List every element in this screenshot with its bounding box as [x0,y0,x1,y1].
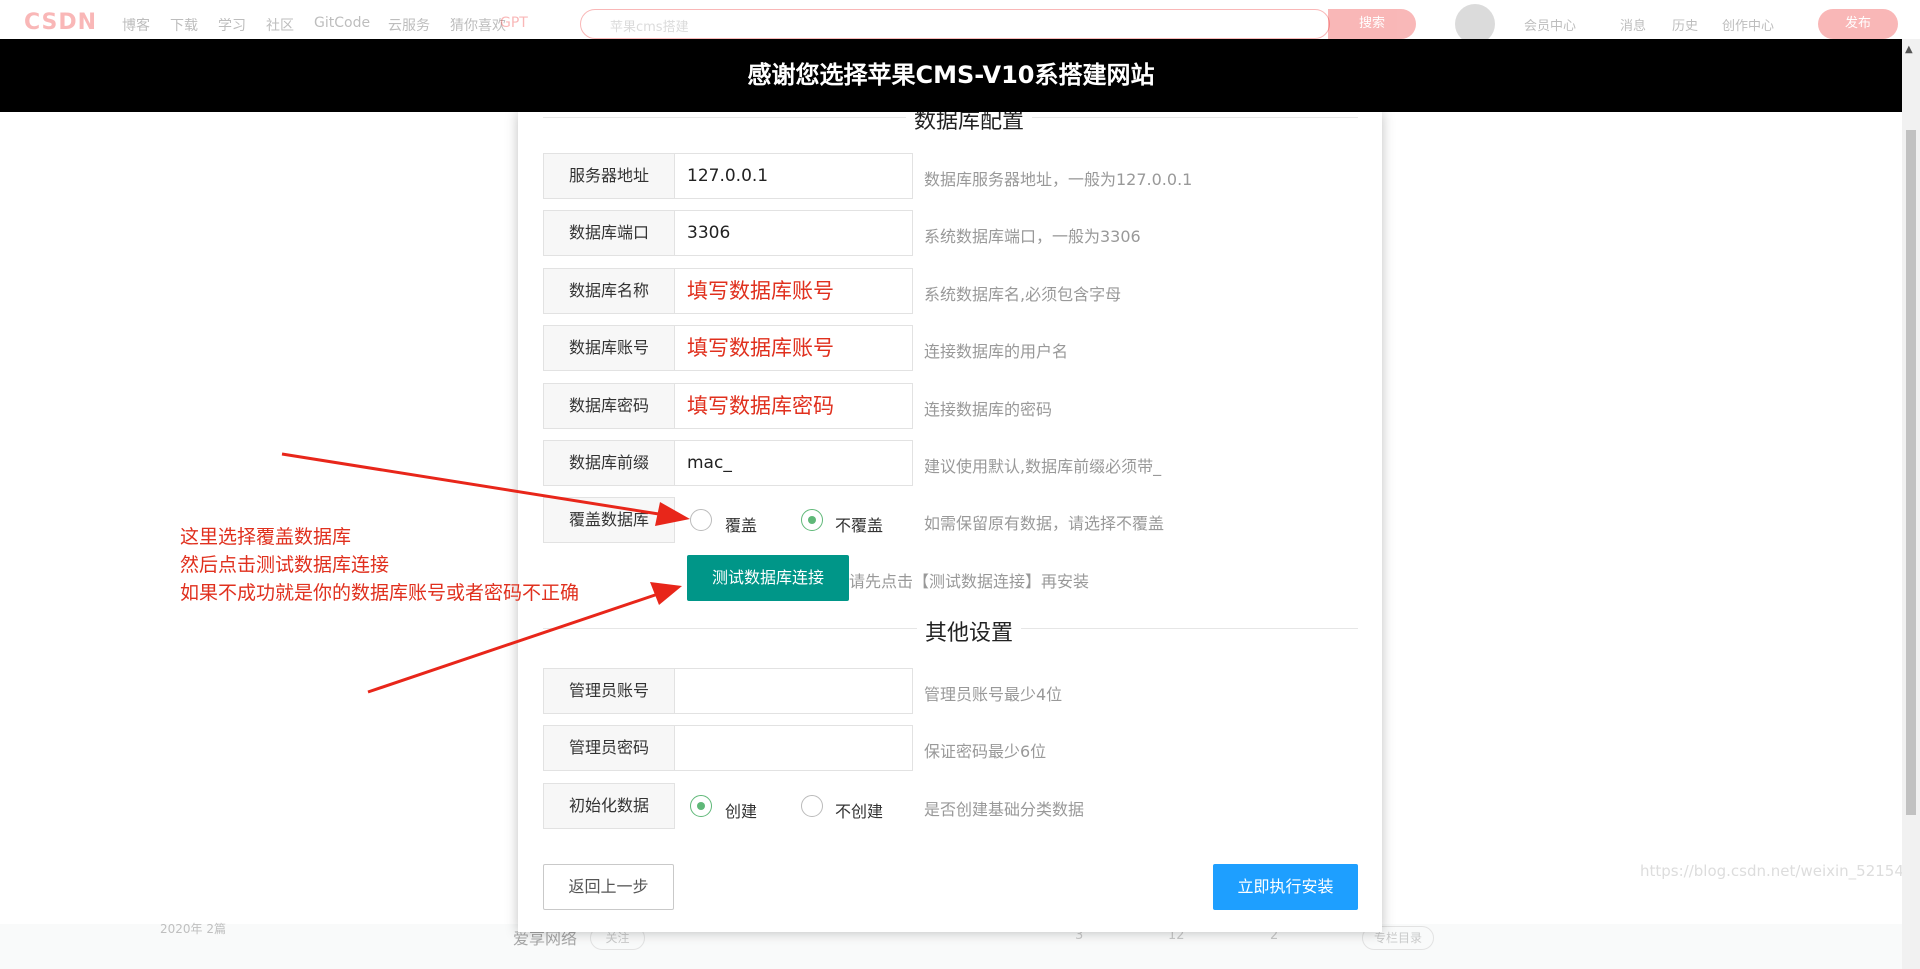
admin-account-input[interactable] [674,668,913,714]
db-name-input[interactable]: 填写数据库账号 [674,268,913,314]
server-address-hint: 数据库服务器地址，一般为127.0.0.1 [924,170,1193,189]
other-section-title: 其他设置 [917,615,1022,647]
csdn-history[interactable]: 历史 [1672,15,1698,34]
label-admin-account: 管理员账号 [543,668,675,714]
annotation-line-2: 然后点击测试数据库连接 [180,554,390,576]
label-admin-password: 管理员密码 [543,725,675,771]
label-db-password: 数据库密码 [543,383,675,429]
label-db-prefix: 数据库前缀 [543,440,675,486]
radio-create-label[interactable]: 创建 [725,798,757,822]
window-title-bar: 感谢您选择苹果CMS-V10系搭建网站 [0,39,1902,112]
overwrite-hint: 如需保留原有数据，请选择不覆盖 [924,514,1165,533]
scroll-thumb[interactable] [1906,130,1916,815]
radio-overwrite-label[interactable]: 覆盖 [725,512,757,536]
csdn-nav-community[interactable]: 社区 [266,15,294,35]
db-user-input[interactable]: 填写数据库账号 [674,325,913,371]
csdn-nav-guess[interactable]: 猜你喜欢 [450,15,506,35]
radio-no-create-label[interactable]: 不创建 [835,798,883,822]
admin-account-hint: 管理员账号最少4位 [924,685,1063,704]
radio-no-overwrite[interactable] [801,509,823,531]
db-port-hint: 系统数据库端口，一般为3306 [924,227,1141,246]
label-db-user: 数据库账号 [543,325,675,371]
db-prefix-input[interactable]: mac_ [674,440,913,486]
watermark: https://blog.csdn.net/weixin_5215497 [1640,862,1920,880]
window-title: 感谢您选择苹果CMS-V10系搭建网站 [747,61,1155,89]
avatar[interactable] [1455,4,1495,44]
csdn-nav-gpt[interactable]: GPT [500,15,528,31]
csdn-logo[interactable]: CSDN [24,10,97,35]
label-db-name: 数据库名称 [543,268,675,314]
csdn-search-button[interactable]: 搜索 [1328,9,1416,39]
archive-year[interactable]: 2020年 2篇 [160,920,226,937]
label-init-data: 初始化数据 [543,783,675,829]
back-button[interactable]: 返回上一步 [543,864,674,910]
scroll-up-icon[interactable]: ▲ [1905,44,1913,55]
csdn-vip[interactable]: 会员中心 [1524,15,1576,34]
csdn-creation[interactable]: 创作中心 [1722,15,1774,34]
test-connection-hint: 请先点击【测试数据连接】再安装 [849,572,1090,591]
annotation-line-1: 这里选择覆盖数据库 [180,526,352,548]
annotation-line-3: 如果不成功就是你的数据库账号或者密码不正确 [180,582,580,604]
test-db-connection-button[interactable]: 测试数据库连接 [687,555,849,601]
server-address-input[interactable]: 127.0.0.1 [674,153,913,199]
csdn-publish-button[interactable]: 发布 [1818,9,1898,39]
csdn-search-input[interactable] [580,9,1330,39]
csdn-nav-learn[interactable]: 学习 [218,15,246,35]
admin-password-hint: 保证密码最少6位 [924,742,1047,761]
csdn-messages[interactable]: 消息 [1620,15,1646,34]
csdn-search-placeholder: 苹果cms搭建 [610,20,689,35]
label-db-port: 数据库端口 [543,210,675,256]
label-server-address: 服务器地址 [543,153,675,199]
db-prefix-hint: 建议使用默认,数据库前缀必须带_ [924,457,1162,476]
csdn-nav-gitcode[interactable]: GitCode [314,15,370,31]
db-port-input[interactable]: 3306 [674,210,913,256]
install-now-button[interactable]: 立即执行安装 [1213,864,1358,910]
admin-password-input[interactable] [674,725,913,771]
csdn-nav-cloud[interactable]: 云服务 [388,15,430,35]
init-data-hint: 是否创建基础分类数据 [924,800,1085,819]
radio-overwrite[interactable] [690,509,712,531]
radio-no-create[interactable] [801,795,823,817]
radio-no-overwrite-label[interactable]: 不覆盖 [835,512,883,536]
db-password-hint: 连接数据库的密码 [924,400,1053,419]
db-password-input[interactable]: 填写数据库密码 [674,383,913,429]
csdn-nav-download[interactable]: 下载 [170,15,198,35]
csdn-nav-blog[interactable]: 博客 [122,15,150,35]
db-name-hint: 系统数据库名,必须包含字母 [924,285,1122,304]
radio-create[interactable] [690,795,712,817]
label-overwrite-db: 覆盖数据库 [543,497,675,543]
db-user-hint: 连接数据库的用户名 [924,342,1069,361]
